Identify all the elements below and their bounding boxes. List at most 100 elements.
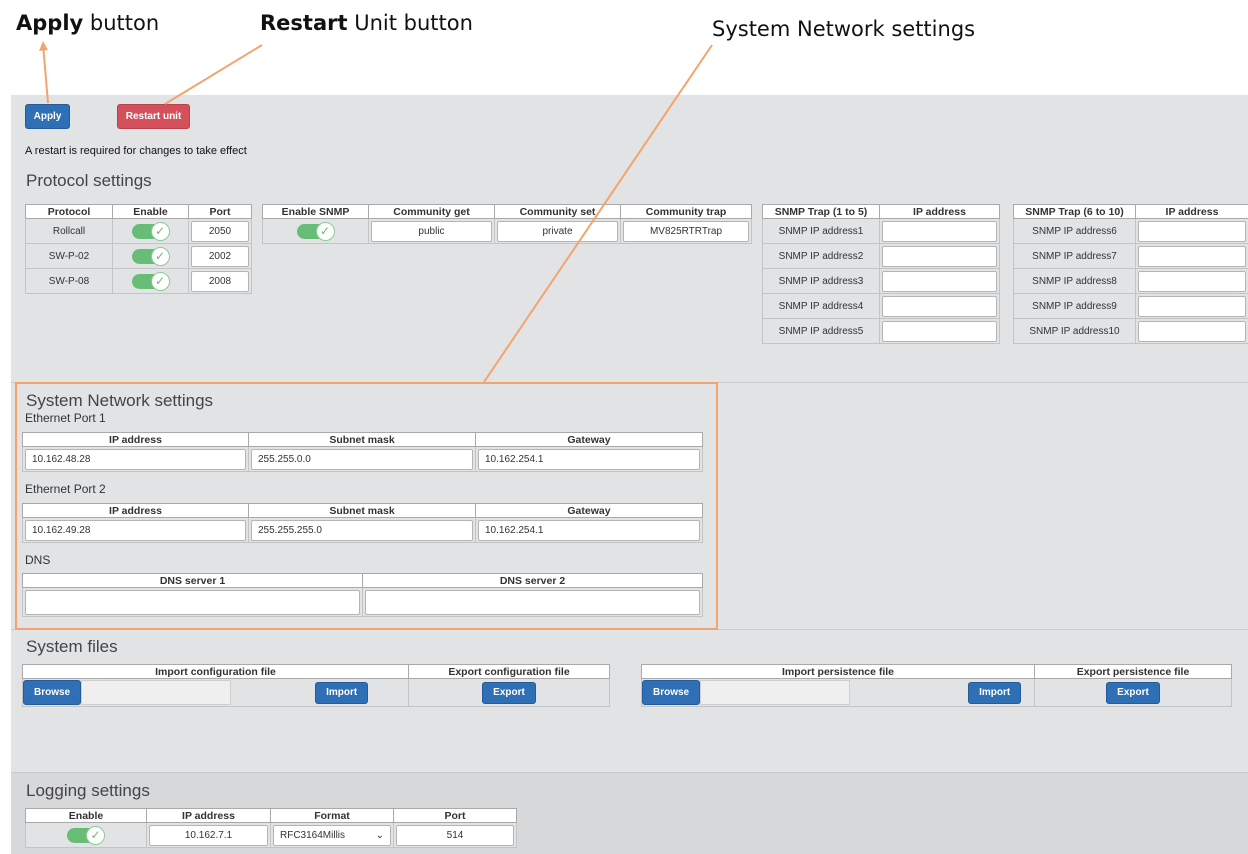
- protocol-row: SW-P-08 ✓ 2008: [25, 268, 252, 294]
- ip-address-header: IP address: [879, 204, 1000, 219]
- port2-ip-input[interactable]: 10.162.49.28: [25, 519, 246, 541]
- restart-callout-rest: Unit button: [347, 11, 473, 35]
- protocol-enable-toggle[interactable]: ✓: [112, 243, 189, 269]
- ethernet-port-2-label: Ethernet Port 2: [25, 482, 106, 496]
- snmp-trap-ip-input[interactable]: [882, 295, 997, 317]
- community-trap-input[interactable]: MV825RTRTrap: [623, 220, 749, 242]
- subnet-mask-header: Subnet mask: [248, 432, 476, 447]
- browse-config-button[interactable]: Browse: [23, 680, 82, 705]
- snmp-trap-1-header: SNMP Trap (1 to 5): [762, 204, 880, 219]
- snmp-trap-label: SNMP IP address3: [762, 268, 880, 294]
- protocol-port-input[interactable]: 2008: [191, 270, 249, 292]
- dns-server-1-input[interactable]: [25, 589, 360, 615]
- restart-unit-button[interactable]: Restart unit: [117, 104, 190, 129]
- snmp-trap-ip-input[interactable]: [1138, 220, 1246, 242]
- check-icon: ✓: [86, 825, 105, 845]
- protocol-enable-toggle[interactable]: ✓: [112, 268, 189, 294]
- check-icon: ✓: [315, 221, 335, 241]
- gateway-header: Gateway: [475, 432, 703, 447]
- export-persistence-button[interactable]: Export: [1106, 681, 1160, 704]
- apply-callout-bold: Apply: [16, 11, 84, 35]
- snmp-trap-ip-input[interactable]: [1138, 245, 1246, 267]
- export-config-button[interactable]: Export: [482, 681, 536, 704]
- snmp-trap-ip-input[interactable]: [882, 270, 997, 292]
- snmp-trap-ip-input[interactable]: [882, 245, 997, 267]
- logging-settings-title: Logging settings: [26, 781, 150, 800]
- restart-callout: Restart Unit button: [260, 11, 473, 35]
- snmp-trap-label: SNMP IP address10: [1013, 318, 1136, 344]
- port1-gateway-input[interactable]: 10.162.254.1: [478, 448, 700, 470]
- community-set-header: Community set: [494, 204, 621, 219]
- logging-ip-input[interactable]: 10.162.7.1: [149, 824, 268, 846]
- snmp-trap-2-table: SNMP Trap (6 to 10) IP address SNMP IP a…: [1013, 204, 1248, 344]
- browse-persistence-button[interactable]: Browse: [642, 680, 701, 705]
- dns-server-2-input[interactable]: [365, 589, 700, 615]
- ip-address-header: IP address: [1135, 204, 1248, 219]
- community-trap-header: Community trap: [620, 204, 752, 219]
- port1-ip-input[interactable]: 10.162.48.28: [25, 448, 246, 470]
- apply-callout-rest: button: [83, 11, 160, 35]
- port-header: Port: [188, 204, 252, 219]
- table-row: SNMP IP address10: [1013, 318, 1248, 344]
- protocol-name: SW-P-08: [25, 268, 113, 294]
- logging-format-header: Format: [270, 808, 394, 823]
- enable-header: Enable: [112, 204, 189, 219]
- persistence-file-path: [700, 680, 851, 705]
- subnet-mask-header: Subnet mask: [248, 503, 476, 518]
- protocol-enable-toggle[interactable]: ✓: [112, 218, 189, 244]
- community-set-input[interactable]: private: [497, 220, 618, 242]
- snmp-trap-1-table: SNMP Trap (1 to 5) IP address SNMP IP ad…: [762, 204, 1000, 344]
- snmp-enable-toggle[interactable]: ✓: [262, 218, 369, 244]
- dns-server-1-header: DNS server 1: [22, 573, 363, 588]
- table-row: SNMP IP address8: [1013, 268, 1248, 294]
- snmp-trap-label: SNMP IP address7: [1013, 243, 1136, 269]
- snmp-trap-ip-input[interactable]: [1138, 270, 1246, 292]
- port2-subnet-input[interactable]: 255.255.255.0: [251, 519, 473, 541]
- import-persistence-header: Import persistence file: [641, 664, 1035, 679]
- logging-table: Enable IP address Format Port ✓ 10.162.7…: [25, 808, 517, 848]
- import-config-button[interactable]: Import: [315, 681, 369, 704]
- ethernet-port-1-table: IP address Subnet mask Gateway 10.162.48…: [22, 432, 703, 472]
- logging-format-value: RFC3164Millis: [280, 829, 346, 841]
- snmp-trap-label: SNMP IP address9: [1013, 293, 1136, 319]
- table-row: SNMP IP address2: [762, 243, 1000, 269]
- logging-format-select[interactable]: RFC3164Millis ⌄: [273, 824, 391, 846]
- logging-enable-toggle[interactable]: ✓: [25, 822, 147, 848]
- protocol-row: Rollcall ✓ 2050: [25, 218, 252, 244]
- snmp-trap-ip-input[interactable]: [1138, 320, 1246, 342]
- community-get-input[interactable]: public: [371, 220, 492, 242]
- system-files-title: System files: [26, 637, 118, 656]
- config-file-path: [81, 680, 232, 705]
- export-persistence-header: Export persistence file: [1034, 664, 1232, 679]
- logging-enable-header: Enable: [25, 808, 147, 823]
- port1-subnet-input[interactable]: 255.255.0.0: [251, 448, 473, 470]
- protocol-header: Protocol: [25, 204, 113, 219]
- check-icon: ✓: [150, 246, 170, 266]
- protocol-port-input[interactable]: 2002: [191, 245, 249, 267]
- dns-label: DNS: [25, 553, 51, 567]
- snmp-trap-label: SNMP IP address4: [762, 293, 880, 319]
- snmp-trap-2-header: SNMP Trap (6 to 10): [1013, 204, 1136, 219]
- ip-address-header: IP address: [22, 432, 249, 447]
- port2-gateway-input[interactable]: 10.162.254.1: [478, 519, 700, 541]
- dns-table: DNS server 1 DNS server 2: [22, 573, 703, 617]
- enable-snmp-header: Enable SNMP: [262, 204, 369, 219]
- dns-server-2-header: DNS server 2: [362, 573, 703, 588]
- table-row: SNMP IP address9: [1013, 293, 1248, 319]
- logging-port-header: Port: [393, 808, 517, 823]
- check-icon: ✓: [150, 271, 170, 291]
- protocol-port-input[interactable]: 2050: [191, 220, 249, 242]
- ethernet-port-2-table: IP address Subnet mask Gateway 10.162.49…: [22, 503, 703, 543]
- snmp-trap-ip-input[interactable]: [1138, 295, 1246, 317]
- network-settings-title: System Network settings: [26, 391, 214, 410]
- import-persistence-button[interactable]: Import: [968, 681, 1022, 704]
- snmp-trap-ip-input[interactable]: [882, 320, 997, 342]
- import-config-header: Import configuration file: [22, 664, 409, 679]
- gateway-header: Gateway: [475, 503, 703, 518]
- network-callout: System Network settings: [712, 17, 976, 41]
- apply-button[interactable]: Apply: [25, 104, 70, 129]
- logging-port-input[interactable]: 514: [396, 824, 514, 846]
- protocol-settings-title: Protocol settings: [26, 171, 152, 190]
- snmp-trap-ip-input[interactable]: [882, 220, 997, 242]
- restart-note: A restart is required for changes to tak…: [25, 145, 247, 157]
